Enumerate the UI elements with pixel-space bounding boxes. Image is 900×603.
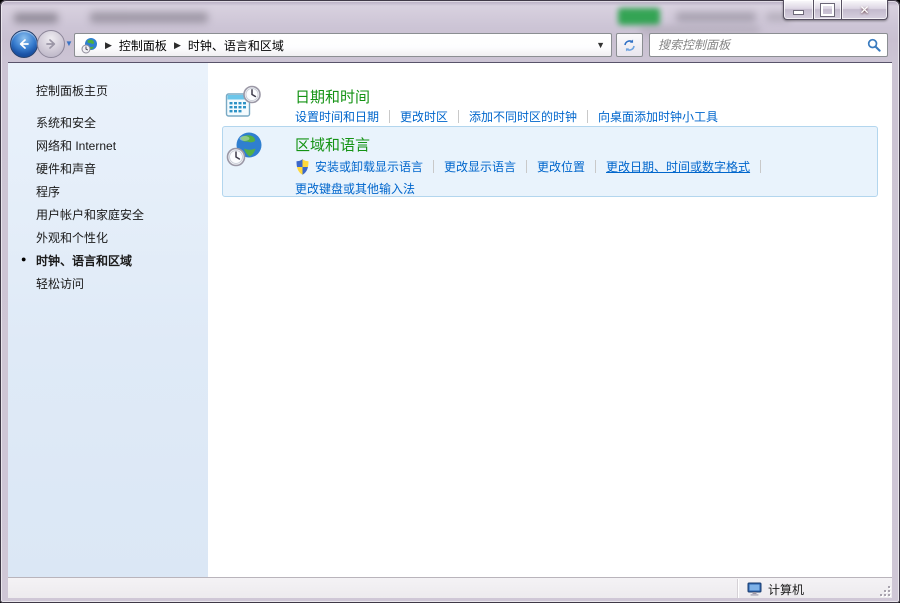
task-link-change-display-language[interactable]: 更改显示语言 xyxy=(444,158,516,175)
sidebar-item-clock-language-region: ● 时钟、语言和区域 xyxy=(36,252,132,269)
window-controls: ✕ xyxy=(783,0,888,19)
glass-blur-artifact xyxy=(676,12,756,22)
section-title-region-language[interactable]: 区域和语言 xyxy=(295,134,370,155)
search-box xyxy=(649,33,888,57)
computer-icon xyxy=(747,582,763,597)
close-button[interactable]: ✕ xyxy=(842,0,888,20)
forward-arrow-icon xyxy=(43,36,59,52)
region-language-task-links-row1: 安装或卸载显示语言 更改显示语言 更改位置 更改日期、时间或数字格式 xyxy=(295,158,771,175)
status-bar: 计算机 xyxy=(8,577,892,598)
clock-region-page-icon xyxy=(81,37,98,54)
region-language-icon xyxy=(226,131,266,167)
region-language-task-links-row2: 更改键盘或其他输入法 xyxy=(295,180,415,197)
statusbar-computer: 计算机 xyxy=(747,581,804,598)
glass-blur-artifact xyxy=(14,13,58,23)
task-link-label: 安装或卸载显示语言 xyxy=(315,158,423,175)
back-button[interactable] xyxy=(10,30,38,58)
maximize-icon xyxy=(821,4,834,16)
forward-button-disabled[interactable] xyxy=(37,30,65,58)
statusbar-computer-label: 计算机 xyxy=(768,581,804,598)
recent-pages-dropdown[interactable]: ▼ xyxy=(65,39,73,48)
glass-blur-artifact xyxy=(90,12,208,23)
divider xyxy=(760,160,761,173)
selected-bullet-icon: ● xyxy=(21,254,26,264)
date-time-task-links: 设置时间和日期 更改时区 添加不同时区的时钟 向桌面添加时钟小工具 xyxy=(295,108,718,125)
divider xyxy=(526,160,527,173)
divider xyxy=(458,110,459,123)
breadcrumb-separator-icon: ▶ xyxy=(105,40,112,51)
statusbar-divider xyxy=(737,579,738,598)
task-link-change-timezone[interactable]: 更改时区 xyxy=(400,108,448,125)
resize-grip[interactable] xyxy=(878,584,890,596)
control-panel-window: ✕ ▼ ▶ 控制面板 ▶ 时钟、语言和区域 xyxy=(0,0,900,603)
minimize-icon xyxy=(793,10,804,15)
divider xyxy=(595,160,596,173)
refresh-button[interactable] xyxy=(616,33,643,57)
breadcrumb-separator-icon: ▶ xyxy=(174,40,181,51)
uac-shield-icon xyxy=(295,159,310,175)
refresh-icon xyxy=(622,38,637,53)
task-link-change-location[interactable]: 更改位置 xyxy=(537,158,585,175)
back-arrow-icon xyxy=(16,36,32,52)
search-input[interactable] xyxy=(656,37,867,53)
task-link-add-clocks[interactable]: 添加不同时区的时钟 xyxy=(469,108,577,125)
address-dropdown-icon[interactable]: ▼ xyxy=(588,40,605,50)
task-link-change-keyboards[interactable]: 更改键盘或其他输入法 xyxy=(295,180,415,197)
breadcrumb-control-panel[interactable]: 控制面板 xyxy=(119,37,167,54)
navigation-toolbar: ▼ ▶ 控制面板 ▶ 时钟、语言和区域 ▼ xyxy=(0,28,900,62)
date-time-icon xyxy=(225,85,261,119)
breadcrumb-current[interactable]: 时钟、语言和区域 xyxy=(188,37,284,54)
sidebar-item-hardware-sound[interactable]: 硬件和声音 xyxy=(36,160,96,177)
content-area: 控制面板主页 系统和安全 网络和 Internet 硬件和声音 程序 用户帐户和… xyxy=(8,62,892,577)
divider xyxy=(389,110,390,123)
search-icon xyxy=(867,38,881,52)
divider xyxy=(587,110,588,123)
task-link-set-time-date[interactable]: 设置时间和日期 xyxy=(295,108,379,125)
sidebar-item-control-panel-home[interactable]: 控制面板主页 xyxy=(36,82,108,99)
main-panel: 日期和时间 设置时间和日期 更改时区 添加不同时区的时钟 向桌面添加时钟小工具 xyxy=(208,63,892,577)
minimize-button[interactable] xyxy=(783,0,813,20)
task-link-add-clock-gadget[interactable]: 向桌面添加时钟小工具 xyxy=(598,108,718,125)
sidebar: 控制面板主页 系统和安全 网络和 Internet 硬件和声音 程序 用户帐户和… xyxy=(8,63,208,577)
sidebar-item-system-security[interactable]: 系统和安全 xyxy=(36,114,96,131)
task-link-install-display-language[interactable]: 安装或卸载显示语言 xyxy=(295,158,423,175)
close-icon: ✕ xyxy=(859,4,869,16)
sidebar-item-user-accounts[interactable]: 用户帐户和家庭安全 xyxy=(36,206,144,223)
task-link-change-date-time-number-format[interactable]: 更改日期、时间或数字格式 xyxy=(606,158,750,175)
address-bar[interactable]: ▶ 控制面板 ▶ 时钟、语言和区域 ▼ xyxy=(74,33,612,57)
divider xyxy=(433,160,434,173)
sidebar-item-ease-of-access[interactable]: 轻松访问 xyxy=(36,275,84,292)
sidebar-item-network-internet[interactable]: 网络和 Internet xyxy=(36,137,116,154)
sidebar-item-appearance[interactable]: 外观和个性化 xyxy=(36,229,108,246)
section-title-date-time[interactable]: 日期和时间 xyxy=(295,86,370,107)
maximize-button[interactable] xyxy=(813,0,842,20)
sidebar-item-label: 时钟、语言和区域 xyxy=(36,254,132,268)
sidebar-item-programs[interactable]: 程序 xyxy=(36,183,60,200)
glass-blur-artifact-green xyxy=(618,8,660,25)
